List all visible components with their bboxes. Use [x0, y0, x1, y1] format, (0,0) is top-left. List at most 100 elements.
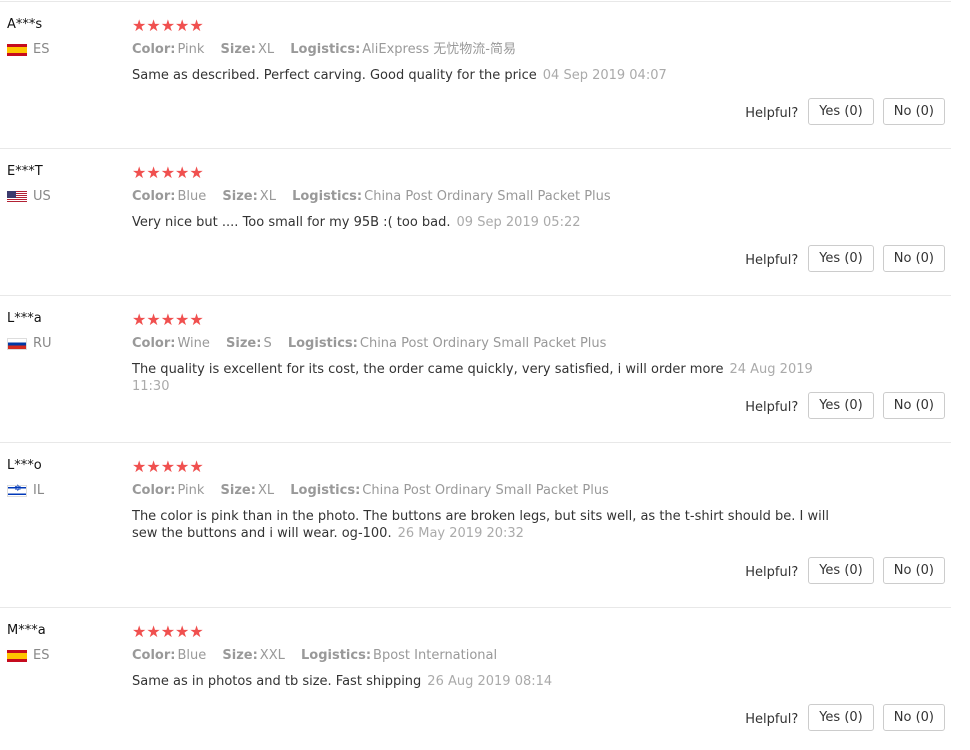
reviewer-name: A***s — [7, 17, 43, 32]
helpful-yes-button[interactable]: Yes (0) — [808, 245, 874, 272]
helpful-no-button[interactable]: No (0) — [882, 392, 945, 419]
review-date: 26 Aug 2019 08:14 — [427, 674, 553, 689]
country-code: RU — [33, 336, 52, 351]
star-rating: ★★★★★ — [132, 457, 204, 476]
logistics-value: China Post Ordinary Small Packet Plus — [359, 336, 607, 351]
color-value: Wine — [177, 336, 210, 351]
logistics-value: AliExpress 无忧物流-简易 — [362, 42, 516, 57]
logistics-label: Logistics: — [287, 336, 358, 351]
helpful-yes-button[interactable]: Yes (0) — [808, 392, 874, 419]
star-rating: ★★★★★ — [132, 16, 204, 35]
helpful-no-button[interactable]: No (0) — [882, 704, 945, 731]
reviewer: L***o IL — [7, 458, 44, 498]
review-body: Same as in photos and tb size. Fast ship… — [132, 674, 422, 689]
country-code: ES — [33, 42, 50, 57]
reviewer-country: US — [7, 189, 51, 204]
review-item: M***a ES ★★★★★ Color: Blue Size: XXL Logis… — [0, 607, 951, 750]
helpful-vote: Helpful? Yes (0) No (0) — [745, 557, 945, 584]
size-value: XL — [257, 483, 275, 498]
review-text: Same as described. Perfect carving. Good… — [132, 67, 832, 84]
color-value: Pink — [177, 483, 205, 498]
color-label: Color: — [132, 189, 176, 204]
helpful-label: Helpful? — [745, 400, 799, 415]
review-content: ★★★★★ Color: Wine Size: S Logistics: China … — [132, 312, 852, 395]
us-flag-icon — [7, 190, 27, 203]
review-text: The color is pink than in the photo. The… — [132, 508, 832, 542]
color-value: Blue — [177, 189, 207, 204]
helpful-label: Helpful? — [745, 253, 799, 268]
reviewer-country: ES — [7, 42, 49, 57]
helpful-label: Helpful? — [745, 106, 799, 121]
review-item: L***a RU ★★★★★ Color: Wine Size: S Logisti… — [0, 295, 951, 442]
helpful-vote: Helpful? Yes (0) No (0) — [745, 98, 945, 125]
country-code: US — [33, 189, 51, 204]
helpful-label: Helpful? — [745, 712, 799, 727]
es-flag-icon — [7, 649, 27, 662]
review-text: Very nice but .... Too small for my 95B … — [132, 214, 832, 231]
review-content: ★★★★★ Color: Blue Size: XL Logistics: China… — [132, 165, 852, 231]
review-content: ★★★★★ Color: Blue Size: XXL Logistics: Bpos… — [132, 624, 852, 690]
size-label: Size: — [220, 483, 256, 498]
size-label: Size: — [226, 336, 262, 351]
size-label: Size: — [222, 648, 258, 663]
review-content: ★★★★★ Color: Pink Size: XL Logistics: China… — [132, 459, 852, 542]
order-info: Color: Blue Size: XL Logistics: China Post … — [132, 189, 852, 205]
star-rating: ★★★★★ — [132, 622, 204, 641]
size-label: Size: — [220, 42, 256, 57]
helpful-no-button[interactable]: No (0) — [882, 98, 945, 125]
color-label: Color: — [132, 42, 176, 57]
star-rating: ★★★★★ — [132, 163, 204, 182]
helpful-no-button[interactable]: No (0) — [882, 557, 945, 584]
color-value: Blue — [177, 648, 207, 663]
order-info: Color: Pink Size: XL Logistics: AliExpress … — [132, 42, 852, 58]
reviewer-name: L***o — [7, 458, 42, 473]
reviewer: L***a RU — [7, 311, 52, 351]
es-flag-icon — [7, 43, 27, 56]
logistics-value: China Post Ordinary Small Packet Plus — [362, 483, 609, 498]
helpful-no-button[interactable]: No (0) — [882, 245, 945, 272]
review-date: 26 May 2019 20:32 — [397, 526, 524, 541]
review-body: Same as described. Perfect carving. Good… — [132, 68, 537, 83]
review-text: Same as in photos and tb size. Fast ship… — [132, 673, 832, 690]
reviewer-name: M***a — [7, 623, 46, 638]
color-label: Color: — [132, 648, 176, 663]
reviewer: M***a ES — [7, 623, 49, 663]
helpful-vote: Helpful? Yes (0) No (0) — [745, 392, 945, 419]
ru-flag-icon — [7, 337, 27, 350]
star-rating: ★★★★★ — [132, 310, 204, 329]
logistics-label: Logistics: — [290, 42, 361, 57]
logistics-value: China Post Ordinary Small Packet Plus — [364, 189, 611, 204]
review-item: L***o IL ★★★★★ Color:Pink Size:XL Logist… — [0, 442, 951, 607]
order-info: Color: Wine Size: S Logistics: China Post O… — [132, 336, 852, 352]
helpful-yes-button[interactable]: Yes (0) — [808, 98, 874, 125]
reviewer-country: RU — [7, 336, 52, 351]
country-code: IL — [33, 483, 45, 498]
reviewer-name: E***T — [7, 164, 43, 179]
review-item: A***s ES ★★★★★ Color: Pink Size: XL Logist… — [0, 1, 951, 148]
reviewer-name: L***a — [7, 311, 42, 326]
logistics-label: Logistics: — [301, 648, 372, 663]
size-value: XXL — [259, 648, 285, 663]
logistics-label: Logistics: — [292, 189, 363, 204]
logistics-value: Bpost International — [373, 648, 498, 663]
review-text: The quality is excellent for its cost, t… — [132, 361, 832, 395]
size-value: S — [263, 336, 272, 351]
review-date: 04 Sep 2019 04:07 — [542, 68, 667, 83]
color-value: Pink — [177, 42, 205, 57]
review-body: The quality is excellent for its cost, t… — [132, 362, 724, 377]
reviewer-country: IL — [7, 483, 44, 498]
helpful-vote: Helpful? Yes (0) No (0) — [745, 245, 945, 272]
review-item: E***T US ★★★★★ Color: Blue Size: XL Logist… — [0, 148, 951, 295]
size-label: Size: — [222, 189, 258, 204]
review-date: 09 Sep 2019 05:22 — [456, 215, 581, 230]
country-code: ES — [33, 648, 50, 663]
color-label: Color: — [132, 483, 176, 498]
reviewer-country: ES — [7, 648, 49, 663]
reviewer: A***s ES — [7, 17, 49, 57]
size-value: XL — [259, 189, 276, 204]
helpful-yes-button[interactable]: Yes (0) — [808, 704, 874, 731]
order-info: Color: Blue Size: XXL Logistics: Bpost Inte… — [132, 648, 852, 664]
review-list: A***s ES ★★★★★ Color: Pink Size: XL Logist… — [0, 0, 970, 749]
size-value: XL — [257, 42, 275, 57]
helpful-yes-button[interactable]: Yes (0) — [808, 557, 874, 584]
